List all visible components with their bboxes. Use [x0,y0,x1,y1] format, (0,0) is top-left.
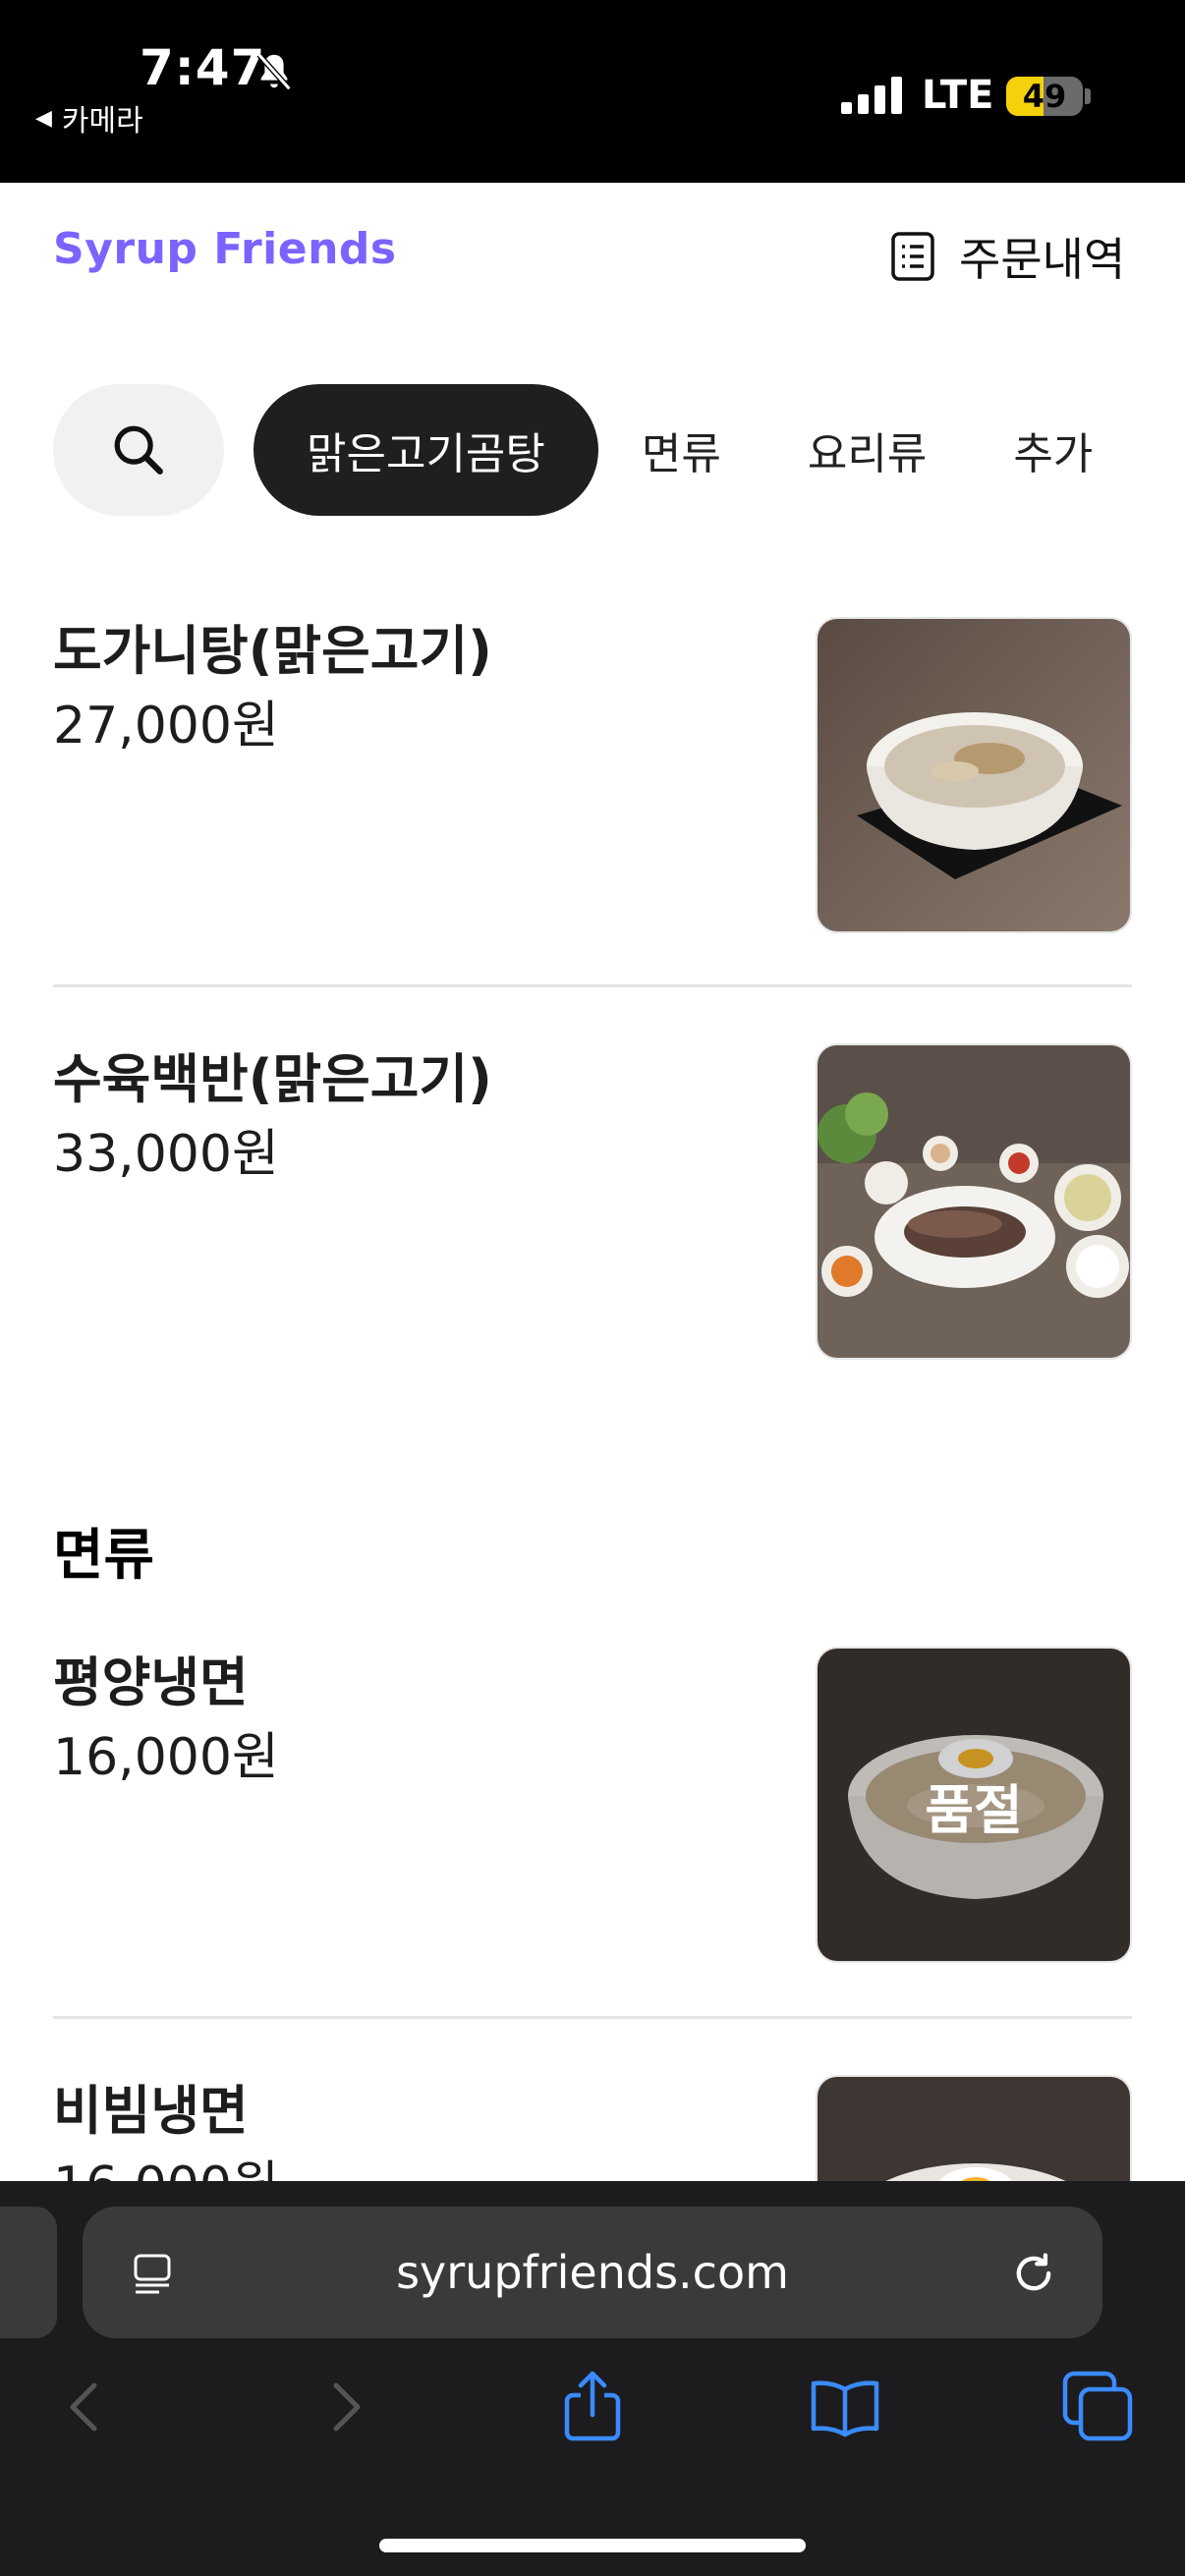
previous-tab-edge[interactable] [0,2207,57,2338]
status-time: 7:47 [140,39,266,96]
network-label: LTE [922,73,994,118]
menu-item[interactable]: 수육백반(맑은고기) 33,000원 [53,1036,1132,1360]
item-price: 33,000원 [53,1125,279,1184]
tab-clear-beef-soup[interactable]: 맑은고기곰탕 [254,384,598,516]
soup-bowl-image [818,619,1130,931]
battery-icon: 49 [1006,77,1083,116]
item-photo [816,1043,1132,1360]
menu-item[interactable]: 평양냉면 16,000원 품절 [53,1639,1132,1963]
bell-slash-icon [256,52,292,91]
home-indicator[interactable] [379,2539,806,2552]
share-icon[interactable] [553,2368,632,2446]
bookmarks-icon[interactable] [806,2368,884,2446]
boiled-pork-set-image [818,1045,1130,1358]
item-name: 수육백반(맑은고기) [53,1048,492,1110]
tab-extras[interactable]: 추가 [970,384,1136,516]
browser-toolbar: syrupfriends.com [0,2181,1185,2576]
item-price: 16,000원 [53,1728,279,1787]
back-arrow-icon[interactable] [47,2368,126,2446]
url-text: syrupfriends.com [396,2246,789,2299]
forward-arrow-icon[interactable] [305,2368,383,2446]
tabs-icon[interactable] [1059,2368,1138,2446]
brand-logo[interactable]: Syrup Friends [53,224,397,274]
item-price: 27,000원 [53,697,279,756]
divider [53,2016,1132,2019]
divider [53,984,1132,987]
tab-dishes[interactable]: 요리류 [764,384,970,516]
category-tabs: 맑은고기곰탕 면류 요리류 추가 [53,383,1136,517]
battery-percent: 49 [1022,78,1067,115]
status-bar: 7:47 ◀ 카메라 LTE 49 [0,0,1185,183]
address-bar[interactable]: syrupfriends.com [83,2207,1102,2338]
item-photo: 품절 [816,1647,1132,1963]
browser-nav-bar [0,2368,1185,2476]
reload-icon[interactable] [1008,2248,1059,2299]
back-app-label: 카메라 [61,104,143,139]
battery-nub [1085,88,1091,104]
signal-icon [841,77,902,114]
section-title-noodles: 면류 [53,1524,155,1588]
orders-button[interactable]: 주문내역 [890,224,1125,289]
tab-noodles[interactable]: 면류 [598,384,764,516]
item-name: 평양냉면 [53,1652,249,1713]
menu-item[interactable]: 도가니탕(맑은고기) 27,000원 [53,607,1132,933]
soldout-badge: 품절 [818,1649,1130,1961]
search-button[interactable] [53,384,224,516]
search-icon [114,425,163,475]
item-name: 도가니탕(맑은고기) [53,620,492,682]
item-name: 비빔냉면 [53,2080,249,2142]
back-triangle-icon: ◀ [35,105,52,131]
receipt-icon [891,232,934,281]
orders-label: 주문내역 [959,233,1126,286]
back-to-app[interactable]: ◀ 카메라 [35,96,143,140]
item-photo [816,617,1132,933]
